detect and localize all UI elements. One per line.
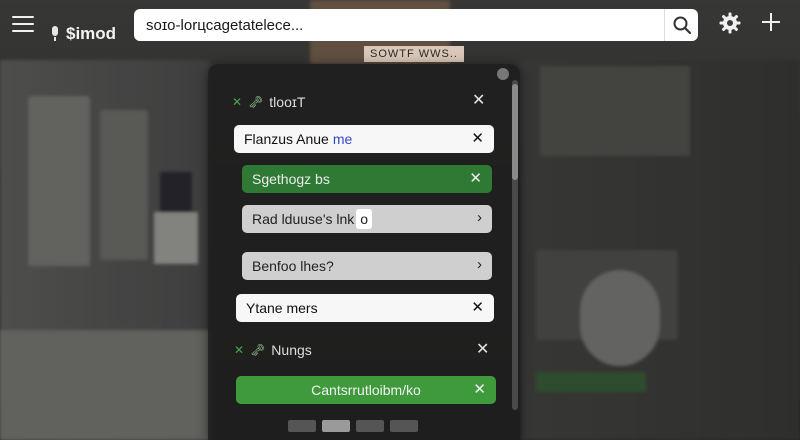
list-item[interactable]: Cantsrrutloibm/ko ✕ [236, 376, 496, 404]
list-item[interactable]: Flanzus Anue me ✕ [234, 125, 494, 153]
page-tab[interactable] [390, 420, 418, 432]
pin-icon: 🗝 [250, 343, 266, 357]
close-icon[interactable]: ✕ [476, 339, 489, 359]
list-item[interactable]: Benfoo lhes? › [242, 252, 492, 280]
close-icon[interactable]: ✕ [471, 129, 484, 147]
search-input[interactable]: soɪo-lorцcagetatelece... [134, 17, 664, 34]
list-item-label: Benfoo lhes? [252, 258, 334, 274]
background-sign-text: SOWTF WWS.. [364, 46, 464, 62]
list-item-label: Sgethogz bs [252, 171, 330, 187]
panel-badge-icon [497, 68, 509, 80]
close-icon[interactable]: ✕ [471, 298, 484, 316]
page-tab[interactable] [356, 420, 384, 432]
list-item-label: Flanzus Anue [244, 131, 329, 147]
list-item-chip: o [356, 209, 373, 229]
brand-name: $imod [66, 24, 117, 43]
page-tab[interactable] [288, 420, 316, 432]
menu-icon[interactable] [12, 16, 34, 34]
chevron-right-icon[interactable]: › [477, 256, 482, 273]
chevron-right-icon[interactable]: › [477, 209, 482, 226]
pager [288, 420, 418, 432]
plus-icon[interactable] [760, 11, 782, 33]
search-bar[interactable]: soɪo-lorцcagetatelece... [134, 9, 698, 41]
close-icon[interactable]: ✕ [232, 95, 242, 109]
list-item[interactable]: Ytane mers ✕ [236, 294, 494, 322]
list-item[interactable]: Rad lduuse's lnk o › [242, 205, 492, 233]
section-title: tlooɪT [269, 94, 306, 110]
section-header[interactable]: ✕ 🗝 tlooɪT [232, 92, 305, 112]
brand[interactable]: $imod [50, 24, 116, 44]
list-item-label: Rad lduuse's lnk [252, 211, 355, 227]
page-tab[interactable] [322, 420, 350, 432]
list-item-suffix: me [332, 131, 353, 147]
section-title: Nungs [271, 342, 312, 358]
close-icon[interactable]: ✕ [469, 169, 482, 187]
search-icon[interactable] [664, 9, 698, 41]
list-item[interactable]: Sgethogz bs ✕ [242, 165, 492, 193]
mic-icon [50, 26, 60, 42]
section-header[interactable]: ✕ 🗝 Nungs [234, 340, 312, 360]
top-bar: $imod soɪo-lorцcagetatelece... [0, 0, 800, 46]
close-icon[interactable]: ✕ [473, 380, 486, 398]
pin-icon: 🗝 [248, 95, 264, 109]
list-item-label: Ytane mers [246, 300, 318, 316]
gear-icon[interactable] [718, 11, 742, 35]
close-icon[interactable]: ✕ [234, 343, 244, 357]
list-item-label: Cantsrrutloibm/ko [311, 382, 421, 398]
scrollbar-thumb[interactable] [512, 84, 518, 180]
close-icon[interactable]: ✕ [472, 90, 485, 110]
